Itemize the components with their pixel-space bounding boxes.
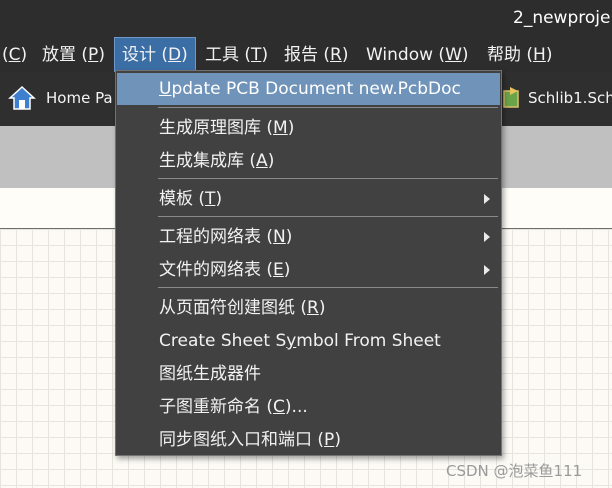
window-title: 2_newproje	[513, 8, 611, 28]
menu-option-generate-integrated-library[interactable]: 生成集成库 (A)	[117, 145, 500, 177]
watermark: CSDN @泡菜鱼111	[446, 462, 583, 480]
menu-option-rename-child-sheet[interactable]: 子图重新命名 (C)...	[117, 391, 500, 423]
title-bar: 2_newproje	[0, 0, 612, 38]
design-menu-dropdown: Update PCB Document new.PcbDoc 生成原理图库 (M…	[115, 70, 502, 456]
menu-item-help[interactable]: 帮助 (H)	[487, 38, 552, 72]
menu-item-design[interactable]: 设计 (D)	[114, 37, 196, 73]
menu-separator	[158, 287, 498, 288]
menu-item-c[interactable]: (C)	[2, 38, 27, 72]
menu-item-reports[interactable]: 报告 (R)	[284, 38, 349, 72]
menu-separator	[158, 178, 498, 179]
menu-item-window[interactable]: Window (W)	[366, 38, 469, 72]
menu-option-template[interactable]: 模板 (T)	[117, 183, 500, 215]
menu-option-generate-schematic-library[interactable]: 生成原理图库 (M)	[117, 112, 500, 144]
menu-separator	[158, 107, 498, 108]
menu-bar: (C) 放置 (P) 设计 (D) 工具 (T) 报告 (R) Window (…	[0, 37, 612, 73]
tab-home-page[interactable]: Home Pa	[6, 82, 126, 114]
menu-item-tools[interactable]: 工具 (T)	[205, 38, 268, 72]
menu-option-sheet-to-component[interactable]: 图纸生成器件	[117, 358, 500, 390]
schlib-icon	[498, 85, 526, 111]
chevron-right-icon	[484, 194, 490, 204]
menu-option-project-netlist[interactable]: 工程的网络表 (N)	[117, 221, 500, 253]
tab-schlib1[interactable]: Schlib1.Sch	[494, 82, 612, 114]
menu-item-place[interactable]: 放置 (P)	[42, 38, 105, 72]
chevron-right-icon	[484, 232, 490, 242]
menu-option-sync-sheet-entries-ports[interactable]: 同步图纸入口和端口 (P)	[117, 424, 500, 456]
home-icon	[8, 85, 36, 111]
menu-option-create-sheet-symbol[interactable]: Create Sheet Symbol From Sheet	[117, 325, 500, 357]
menu-separator	[158, 216, 498, 217]
menu-option-document-netlist[interactable]: 文件的网络表 (E)	[117, 254, 500, 286]
menu-option-create-sheet-from-symbol[interactable]: 从页面符创建图纸 (R)	[117, 292, 500, 324]
menu-option-update-pcb-document[interactable]: Update PCB Document new.PcbDoc	[117, 73, 500, 105]
chevron-right-icon	[484, 265, 490, 275]
